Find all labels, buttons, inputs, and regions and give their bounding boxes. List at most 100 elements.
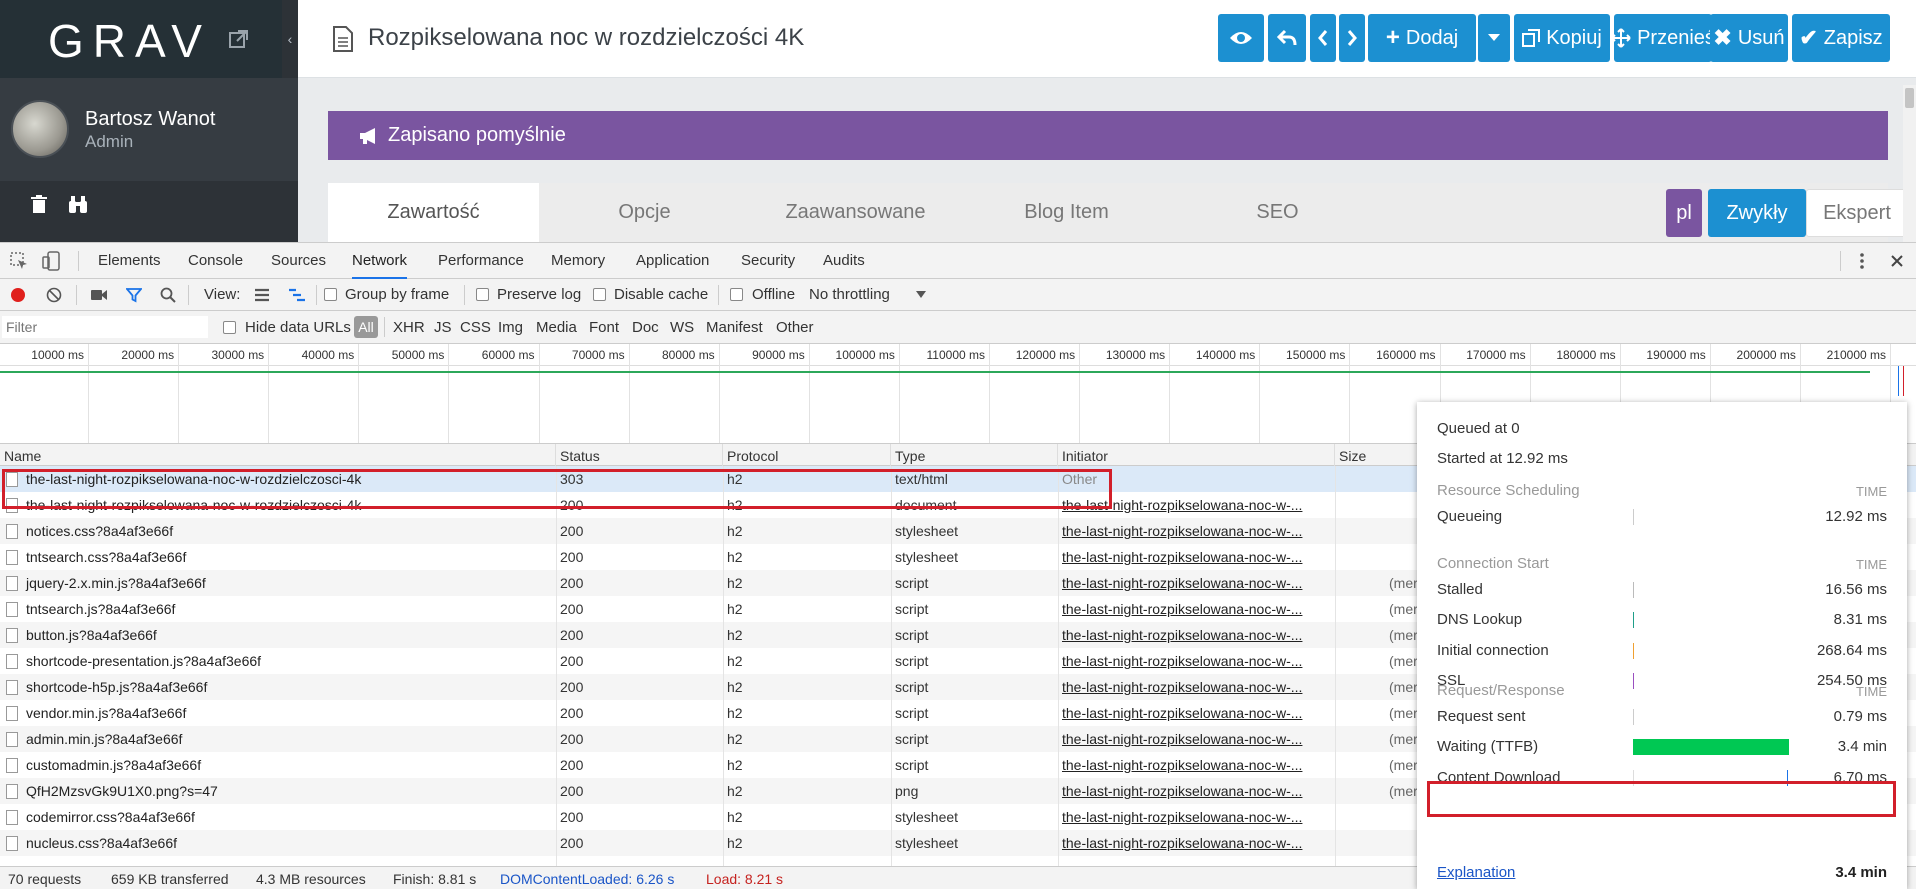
request-status: 200: [560, 549, 584, 565]
group-by-frame-checkbox[interactable]: [324, 288, 337, 301]
video-camera-icon[interactable]: [90, 288, 108, 302]
request-initiator[interactable]: the-last-night-rozpikselowana-noc-w-...: [1058, 648, 1328, 674]
filter-icon[interactable]: [126, 287, 142, 303]
clear-icon[interactable]: [46, 287, 62, 303]
tab-security[interactable]: Security: [741, 243, 795, 279]
tab-memory[interactable]: Memory: [551, 243, 605, 279]
timeline-tick-label: 210000 ms: [1826, 348, 1886, 362]
preview-button[interactable]: [1218, 14, 1264, 62]
request-initiator[interactable]: the-last-night-rozpikselowana-noc-w-...: [1058, 518, 1328, 544]
disable-cache-checkbox[interactable]: [593, 288, 606, 301]
trash-icon[interactable]: [28, 193, 50, 215]
filter-type-manifest[interactable]: Manifest: [706, 319, 763, 336]
move-button[interactable]: Przenieś: [1611, 14, 1715, 62]
filter-input[interactable]: [2, 316, 208, 338]
explanation-link[interactable]: Explanation: [1437, 864, 1515, 881]
previous-page-button[interactable]: [1310, 14, 1336, 62]
tab-blog-item[interactable]: Blog Item: [961, 183, 1172, 242]
timing-bar: [1633, 642, 1634, 659]
filter-type-img[interactable]: Img: [498, 319, 523, 336]
request-initiator[interactable]: the-last-night-rozpikselowana-noc-w-...: [1058, 700, 1328, 726]
tab-seo[interactable]: SEO: [1172, 183, 1383, 242]
request-status: 200: [560, 601, 584, 617]
column-name[interactable]: Name: [0, 444, 556, 466]
tab-sources[interactable]: Sources: [271, 243, 326, 279]
avatar[interactable]: [11, 100, 69, 158]
request-initiator[interactable]: the-last-night-rozpikselowana-noc-w-...: [1058, 622, 1328, 648]
request-initiator[interactable]: the-last-night-rozpikselowana-noc-w-...: [1058, 544, 1328, 570]
column-protocol[interactable]: Protocol: [723, 444, 891, 466]
file-icon: [6, 732, 18, 747]
waterfall-overview-icon[interactable]: [288, 288, 306, 302]
hide-data-urls-checkbox[interactable]: [223, 321, 236, 334]
device-toolbar-icon[interactable]: [42, 251, 60, 271]
tab-elements[interactable]: Elements: [98, 243, 161, 279]
tab-performance[interactable]: Performance: [438, 243, 524, 279]
column-type[interactable]: Type: [891, 444, 1058, 466]
file-icon: [6, 758, 18, 773]
copy-button[interactable]: Kopiuj: [1514, 14, 1610, 62]
filter-type-ws[interactable]: WS: [670, 319, 694, 336]
timeline-tick-label: 80000 ms: [661, 348, 715, 362]
preserve-log-checkbox[interactable]: [476, 288, 489, 301]
disable-cache-label: Disable cache: [614, 286, 709, 303]
tab-options[interactable]: Opcje: [539, 183, 750, 242]
record-icon[interactable]: [10, 287, 26, 303]
mode-normal-button[interactable]: Zwykły: [1708, 189, 1806, 237]
filter-type-font[interactable]: Font: [589, 319, 619, 336]
sidebar-collapse-icon[interactable]: ‹: [282, 0, 298, 78]
request-initiator[interactable]: the-last-night-rozpikselowana-noc-w-...: [1058, 726, 1328, 752]
column-size[interactable]: Size: [1335, 444, 1425, 466]
filter-type-other[interactable]: Other: [776, 319, 814, 336]
filter-type-xhr[interactable]: XHR: [393, 319, 425, 336]
request-initiator[interactable]: the-last-night-rozpikselowana-noc-w-...: [1058, 570, 1328, 596]
tab-console[interactable]: Console: [188, 243, 243, 279]
tab-audits[interactable]: Audits: [823, 243, 865, 279]
tab-application[interactable]: Application: [636, 243, 709, 279]
back-button[interactable]: [1268, 14, 1306, 62]
mode-expert-button[interactable]: Ekspert: [1806, 189, 1908, 237]
request-initiator[interactable]: the-last-night-rozpikselowana-noc-w-...: [1058, 674, 1328, 700]
request-initiator[interactable]: the-last-night-rozpikselowana-noc-w-...: [1058, 830, 1328, 856]
binoculars-icon[interactable]: [67, 193, 89, 215]
tab-content[interactable]: Zawartość: [328, 183, 539, 242]
add-button[interactable]: + Dodaj: [1368, 14, 1476, 62]
large-rows-icon[interactable]: [254, 288, 270, 302]
add-dropdown-button[interactable]: [1478, 14, 1510, 62]
request-type: script: [895, 757, 929, 773]
column-status[interactable]: Status: [556, 444, 723, 466]
request-protocol: h2: [727, 809, 743, 825]
external-link-icon[interactable]: [228, 28, 250, 50]
throttling-select[interactable]: No throttling: [809, 286, 890, 303]
delete-button[interactable]: ✖ Usuń: [1710, 14, 1788, 62]
inspect-element-icon[interactable]: [10, 252, 28, 270]
next-page-button[interactable]: [1339, 14, 1365, 62]
tab-advanced[interactable]: Zaawansowane: [750, 183, 961, 242]
column-separator: [723, 466, 724, 866]
save-button[interactable]: ✔ Zapisz: [1792, 14, 1890, 62]
user-box[interactable]: Bartosz Wanot Admin: [0, 78, 298, 181]
timeline-ruler[interactable]: 10000 ms 20000 ms 30000 ms 40000 ms 50000 ms…: [0, 344, 1916, 466]
filter-type-js[interactable]: JS: [434, 319, 452, 336]
request-initiator[interactable]: the-last-night-rozpikselowana-noc-w-...: [1058, 804, 1328, 830]
request-name: shortcode-h5p.js?8a4af3e66f: [26, 679, 208, 695]
column-initiator[interactable]: Initiator: [1058, 444, 1335, 466]
page-scrollbar-thumb[interactable]: [1905, 88, 1914, 108]
more-options-icon[interactable]: [1858, 252, 1866, 270]
request-initiator[interactable]: the-last-night-rozpikselowana-noc-w-...: [1058, 752, 1328, 778]
offline-checkbox[interactable]: [730, 288, 743, 301]
filter-type-all[interactable]: All: [354, 316, 378, 338]
tab-network[interactable]: Network: [352, 243, 408, 279]
language-badge[interactable]: pl: [1666, 189, 1702, 237]
search-icon[interactable]: [160, 287, 176, 303]
page-scrollbar[interactable]: [1903, 85, 1916, 242]
close-devtools-icon[interactable]: [1890, 254, 1904, 268]
filter-type-css[interactable]: CSS: [460, 319, 491, 336]
request-name: jquery-2.x.min.js?8a4af3e66f: [26, 575, 206, 591]
filter-type-doc[interactable]: Doc: [632, 319, 659, 336]
grav-logo[interactable]: GRAV: [48, 14, 211, 68]
request-initiator[interactable]: the-last-night-rozpikselowana-noc-w-...: [1058, 778, 1328, 804]
caret-down-icon[interactable]: [916, 291, 926, 299]
request-initiator[interactable]: the-last-night-rozpikselowana-noc-w-...: [1058, 596, 1328, 622]
filter-type-media[interactable]: Media: [536, 319, 577, 336]
